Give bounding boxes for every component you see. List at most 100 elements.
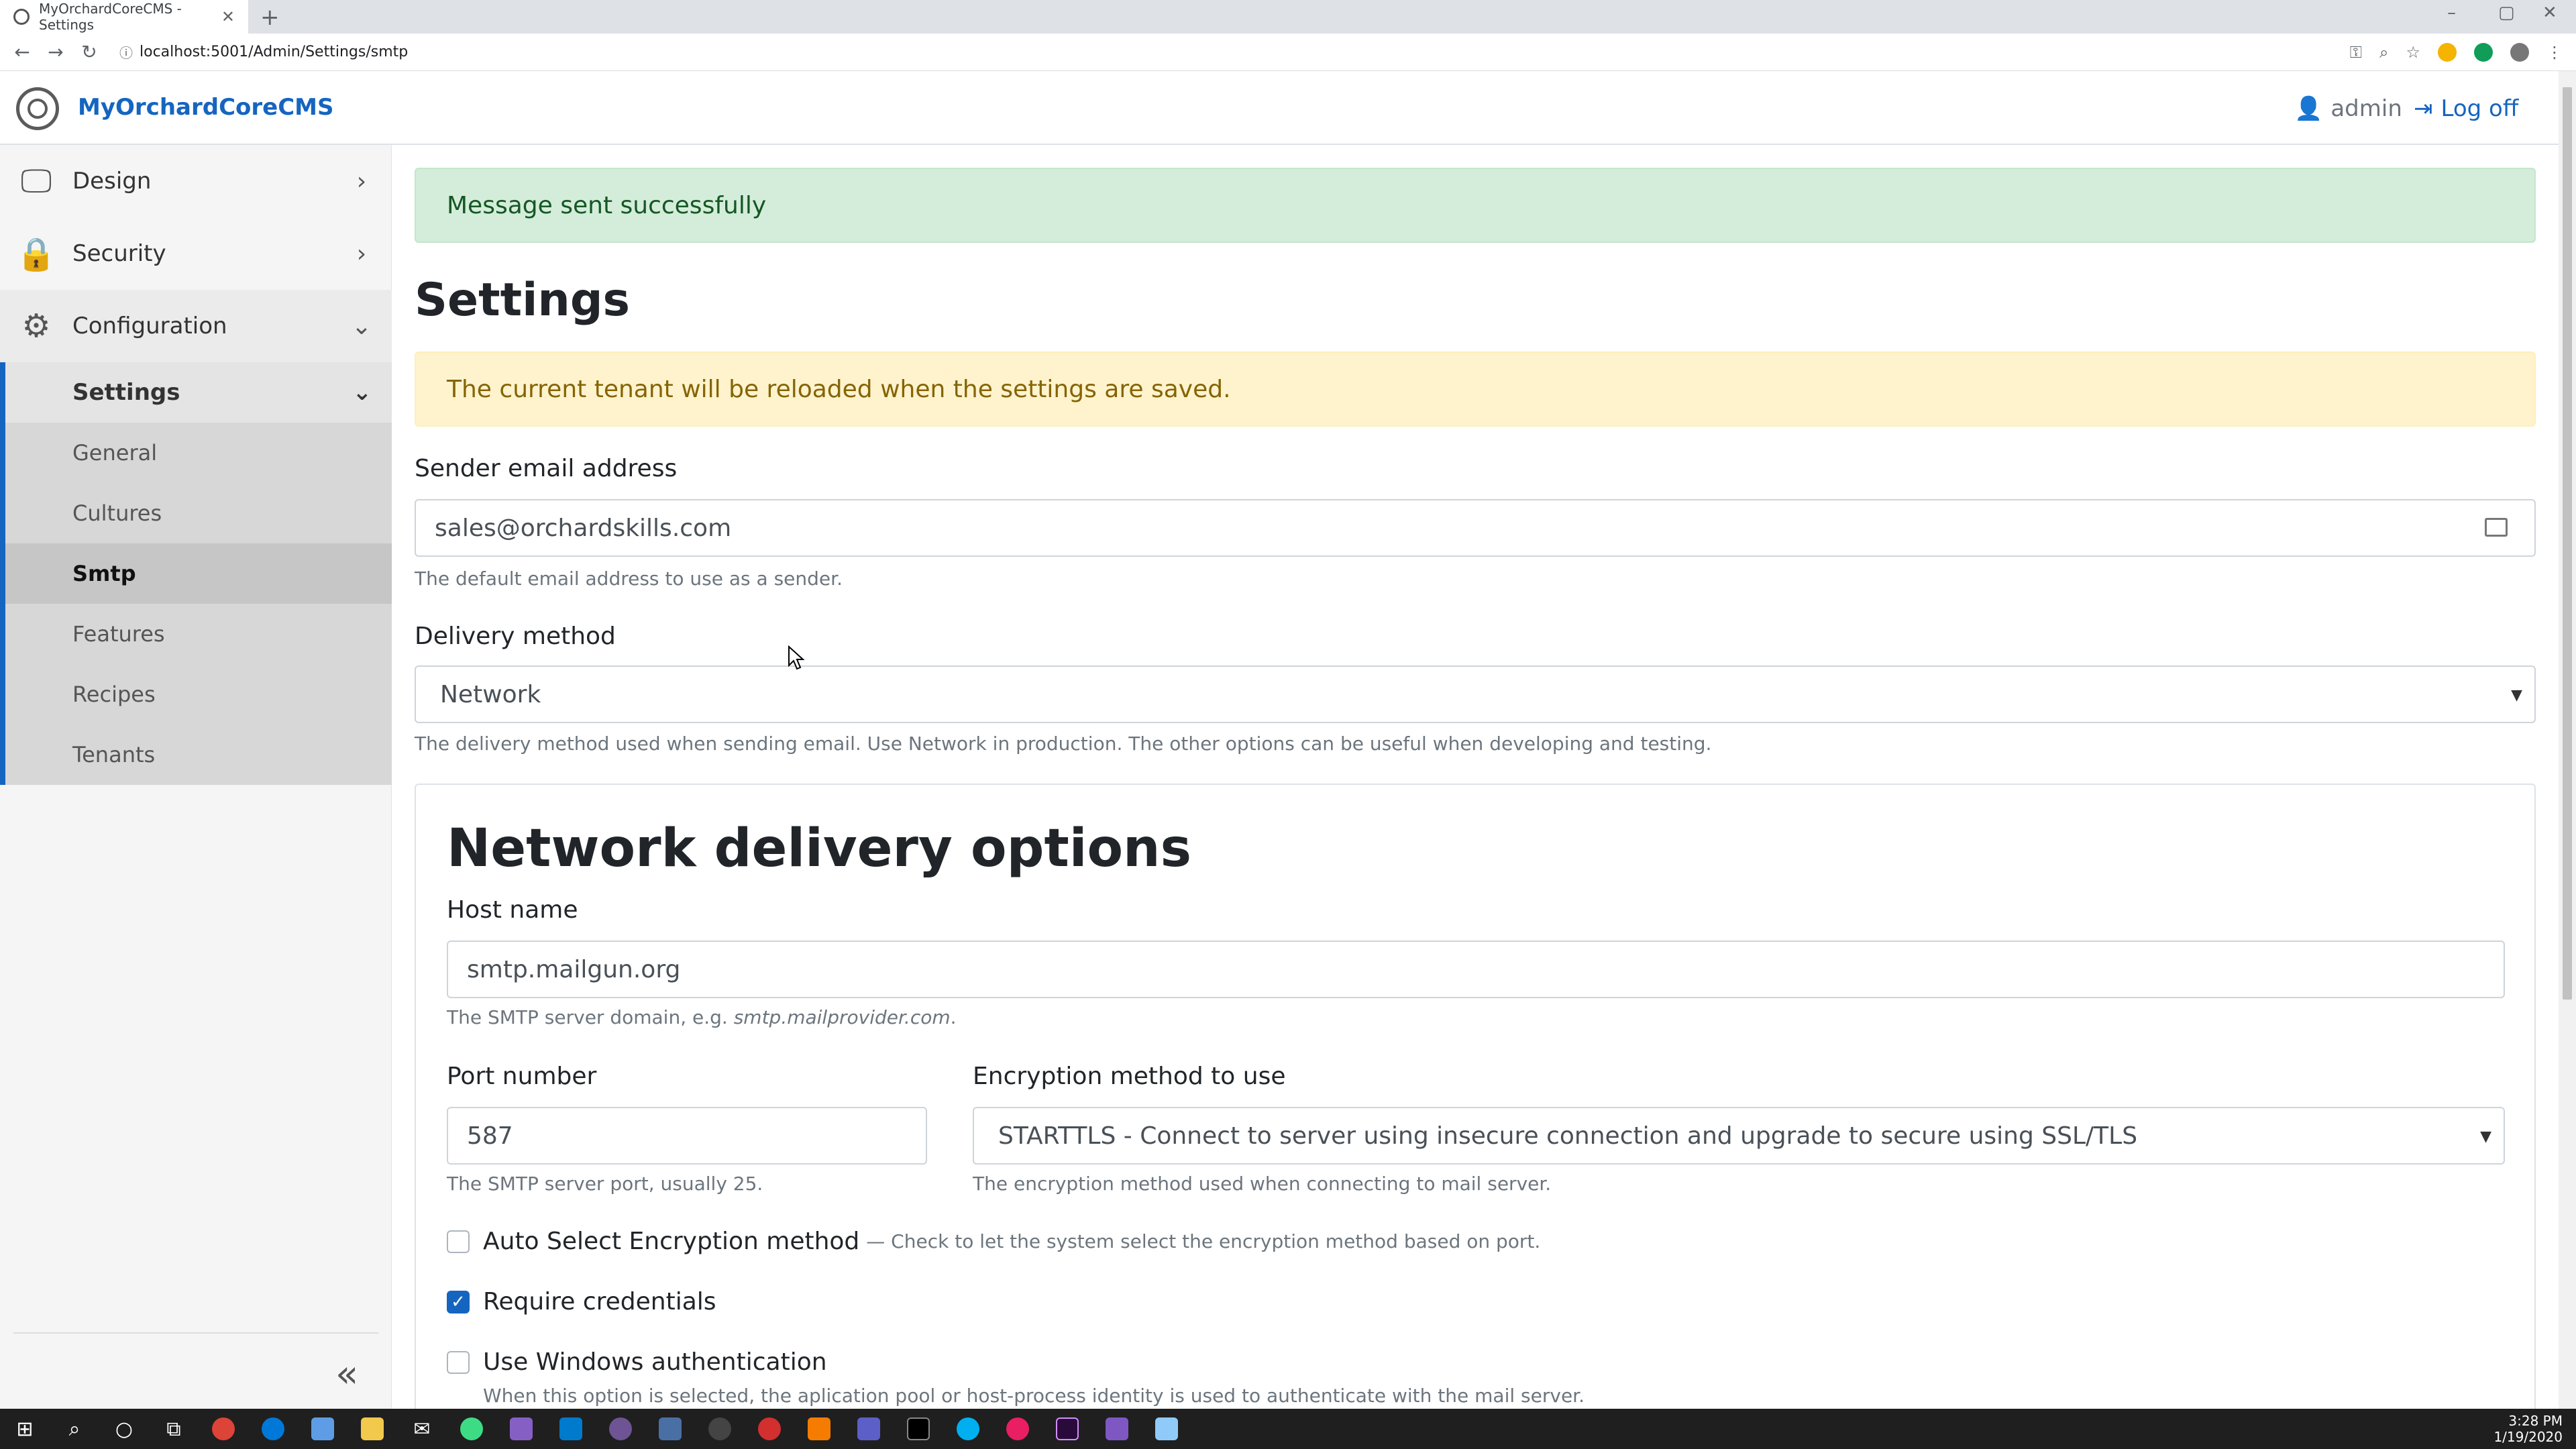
extension-icon[interactable] bbox=[2438, 43, 2457, 62]
app-icon[interactable] bbox=[993, 1409, 1042, 1449]
security-info-icon[interactable]: ⓘ bbox=[113, 42, 140, 62]
sidebar-item-recipes[interactable]: Recipes bbox=[0, 664, 392, 724]
edge-icon[interactable] bbox=[248, 1409, 298, 1449]
port-number-help: The SMTP server port, usually 25. bbox=[447, 1173, 763, 1195]
sidebar-divider bbox=[13, 1332, 378, 1334]
windows-auth-help: When this option is selected, the aplica… bbox=[483, 1385, 1585, 1407]
port-number-input[interactable]: 587 bbox=[447, 1107, 927, 1165]
brand-link[interactable]: MyOrchardCoreCMS bbox=[78, 94, 334, 121]
sidebar-item-smtp[interactable]: Smtp bbox=[0, 543, 392, 604]
sidebar-item-design[interactable]: 🖵 Design › bbox=[0, 145, 392, 217]
sign-out-icon: ⇥ bbox=[2414, 95, 2433, 122]
delivery-method-label: Delivery method bbox=[415, 623, 616, 650]
collapse-sidebar-icon[interactable]: « bbox=[335, 1352, 358, 1396]
require-credentials-row[interactable]: ✓ Require credentials bbox=[447, 1288, 716, 1316]
orchard-logo-icon[interactable] bbox=[16, 87, 59, 130]
gear-icon: ⚙ bbox=[21, 307, 51, 345]
delivery-method-select[interactable]: Network ▼ bbox=[415, 665, 2536, 723]
lock-icon: 🔒 bbox=[16, 235, 56, 273]
windows-auth-row[interactable]: Use Windows authentication bbox=[447, 1348, 827, 1376]
sender-email-input[interactable]: sales@orchardskills.com bbox=[415, 499, 2536, 557]
host-name-input[interactable]: smtp.mailgun.org bbox=[447, 941, 2505, 998]
windows-taskbar: ⊞ ⌕ ○ ⧉ ✉ 3:28 PM 1/19/2020 bbox=[0, 1409, 2576, 1449]
page-scrollbar[interactable] bbox=[2559, 71, 2576, 1409]
sidebar-item-security[interactable]: 🔒 Security › bbox=[0, 217, 392, 290]
app-icon[interactable] bbox=[1092, 1409, 1142, 1449]
app-icon[interactable] bbox=[745, 1409, 794, 1449]
network-delivery-title: Network delivery options bbox=[447, 818, 1192, 879]
profile-avatar-icon[interactable] bbox=[2510, 43, 2529, 62]
port-number-value: 587 bbox=[467, 1122, 513, 1150]
terminal-icon[interactable] bbox=[894, 1409, 943, 1449]
auto-select-encryption-row[interactable]: Auto Select Encryption method — Check to… bbox=[447, 1228, 1540, 1255]
minimize-icon[interactable]: – bbox=[2447, 3, 2456, 23]
encryption-method-value: STARTTLS - Connect to server using insec… bbox=[998, 1122, 2138, 1150]
warning-alert: The current tenant will be reloaded when… bbox=[415, 352, 2536, 427]
chevron-down-icon: ⌄ bbox=[352, 379, 372, 406]
visual-studio-icon[interactable] bbox=[496, 1409, 546, 1449]
browser-tab[interactable]: MyOrchardCoreCMS - Settings ✕ bbox=[0, 0, 248, 34]
sidebar-item-configuration[interactable]: ⚙ Configuration ⌄ bbox=[0, 290, 392, 362]
vscode-icon[interactable] bbox=[546, 1409, 596, 1449]
clock-time: 3:28 PM bbox=[2508, 1413, 2563, 1429]
teams-icon[interactable] bbox=[844, 1409, 894, 1449]
app-icon[interactable] bbox=[1142, 1409, 1191, 1449]
tab-close-icon[interactable]: ✕ bbox=[221, 7, 235, 26]
new-tab-button[interactable]: + bbox=[260, 4, 280, 31]
sidebar-item-features[interactable]: Features bbox=[0, 604, 392, 664]
menu-dots-icon[interactable]: ⋮ bbox=[2546, 43, 2563, 62]
task-view-icon[interactable]: ⧉ bbox=[149, 1409, 199, 1449]
scrollbar-thumb[interactable] bbox=[2563, 87, 2572, 1000]
sidebar-item-settings[interactable]: Settings ⌄ bbox=[0, 362, 392, 423]
address-bar[interactable]: localhost:5001/Admin/Settings/smtp bbox=[140, 44, 408, 60]
app-icon[interactable] bbox=[447, 1409, 496, 1449]
sidebar-item-label: Settings bbox=[72, 379, 180, 406]
orchard-app-icon[interactable] bbox=[695, 1409, 745, 1449]
sidebar-item-general[interactable]: General bbox=[0, 423, 392, 483]
bookmark-star-icon[interactable]: ☆ bbox=[2406, 43, 2420, 62]
app-icon[interactable] bbox=[645, 1409, 695, 1449]
encryption-method-select[interactable]: STARTTLS - Connect to server using insec… bbox=[973, 1107, 2505, 1165]
maximize-icon[interactable]: ▢ bbox=[2498, 3, 2515, 23]
sidebar-item-tenants[interactable]: Tenants bbox=[0, 724, 392, 785]
search-icon[interactable]: ⌕ bbox=[50, 1409, 99, 1449]
extension-icons: ⚿ ⌕ ☆ ⋮ bbox=[2350, 34, 2563, 71]
logoff-link[interactable]: ⇥ Log off bbox=[2414, 95, 2518, 122]
windows-start-icon[interactable]: ⊞ bbox=[0, 1409, 50, 1449]
chrome-icon[interactable] bbox=[199, 1409, 248, 1449]
vlc-icon[interactable] bbox=[794, 1409, 844, 1449]
require-credentials-checkbox[interactable]: ✓ bbox=[447, 1290, 470, 1313]
encryption-method-help: The encryption method used when connecti… bbox=[973, 1173, 1552, 1195]
auto-select-encryption-label: Auto Select Encryption method bbox=[483, 1228, 860, 1255]
success-alert: Message sent successfully bbox=[415, 168, 2536, 243]
zoom-icon[interactable]: ⌕ bbox=[2379, 43, 2388, 62]
reload-icon[interactable]: ↻ bbox=[72, 41, 106, 63]
mail-icon[interactable]: ✉ bbox=[397, 1409, 447, 1449]
premiere-icon[interactable] bbox=[1042, 1409, 1092, 1449]
sender-email-value: sales@orchardskills.com bbox=[435, 514, 732, 542]
encryption-method-label: Encryption method to use bbox=[973, 1063, 1286, 1090]
browser-tab-bar: MyOrchardCoreCMS - Settings ✕ + – ▢ ✕ bbox=[0, 0, 2576, 34]
skype-icon[interactable] bbox=[943, 1409, 993, 1449]
forward-icon[interactable]: → bbox=[39, 41, 72, 63]
windows-auth-checkbox[interactable] bbox=[447, 1350, 470, 1374]
system-clock[interactable]: 3:28 PM 1/19/2020 bbox=[2493, 1413, 2563, 1445]
key-icon[interactable]: ⚿ bbox=[2350, 43, 2362, 62]
caret-down-icon: ▼ bbox=[2511, 687, 2522, 704]
store-icon[interactable] bbox=[298, 1409, 347, 1449]
app-header: MyOrchardCoreCMS 👤 admin ⇥ Log off bbox=[0, 71, 2559, 145]
page-title: Settings bbox=[415, 274, 630, 327]
orchard-favicon-icon bbox=[13, 9, 30, 25]
close-window-icon[interactable]: ✕ bbox=[2542, 3, 2557, 23]
github-icon[interactable] bbox=[596, 1409, 645, 1449]
file-explorer-icon[interactable] bbox=[347, 1409, 397, 1449]
auto-select-encryption-checkbox[interactable] bbox=[447, 1230, 470, 1253]
grammarly-icon[interactable] bbox=[2474, 43, 2493, 62]
logoff-label: Log off bbox=[2440, 95, 2519, 122]
sidebar-item-label: Configuration bbox=[72, 313, 227, 339]
auto-select-encryption-hint: — Check to let the system select the enc… bbox=[866, 1230, 1541, 1252]
cortana-icon[interactable]: ○ bbox=[99, 1409, 149, 1449]
user-menu[interactable]: 👤 admin bbox=[2294, 95, 2402, 122]
sidebar-item-cultures[interactable]: Cultures bbox=[0, 483, 392, 543]
back-icon[interactable]: ← bbox=[5, 41, 39, 63]
